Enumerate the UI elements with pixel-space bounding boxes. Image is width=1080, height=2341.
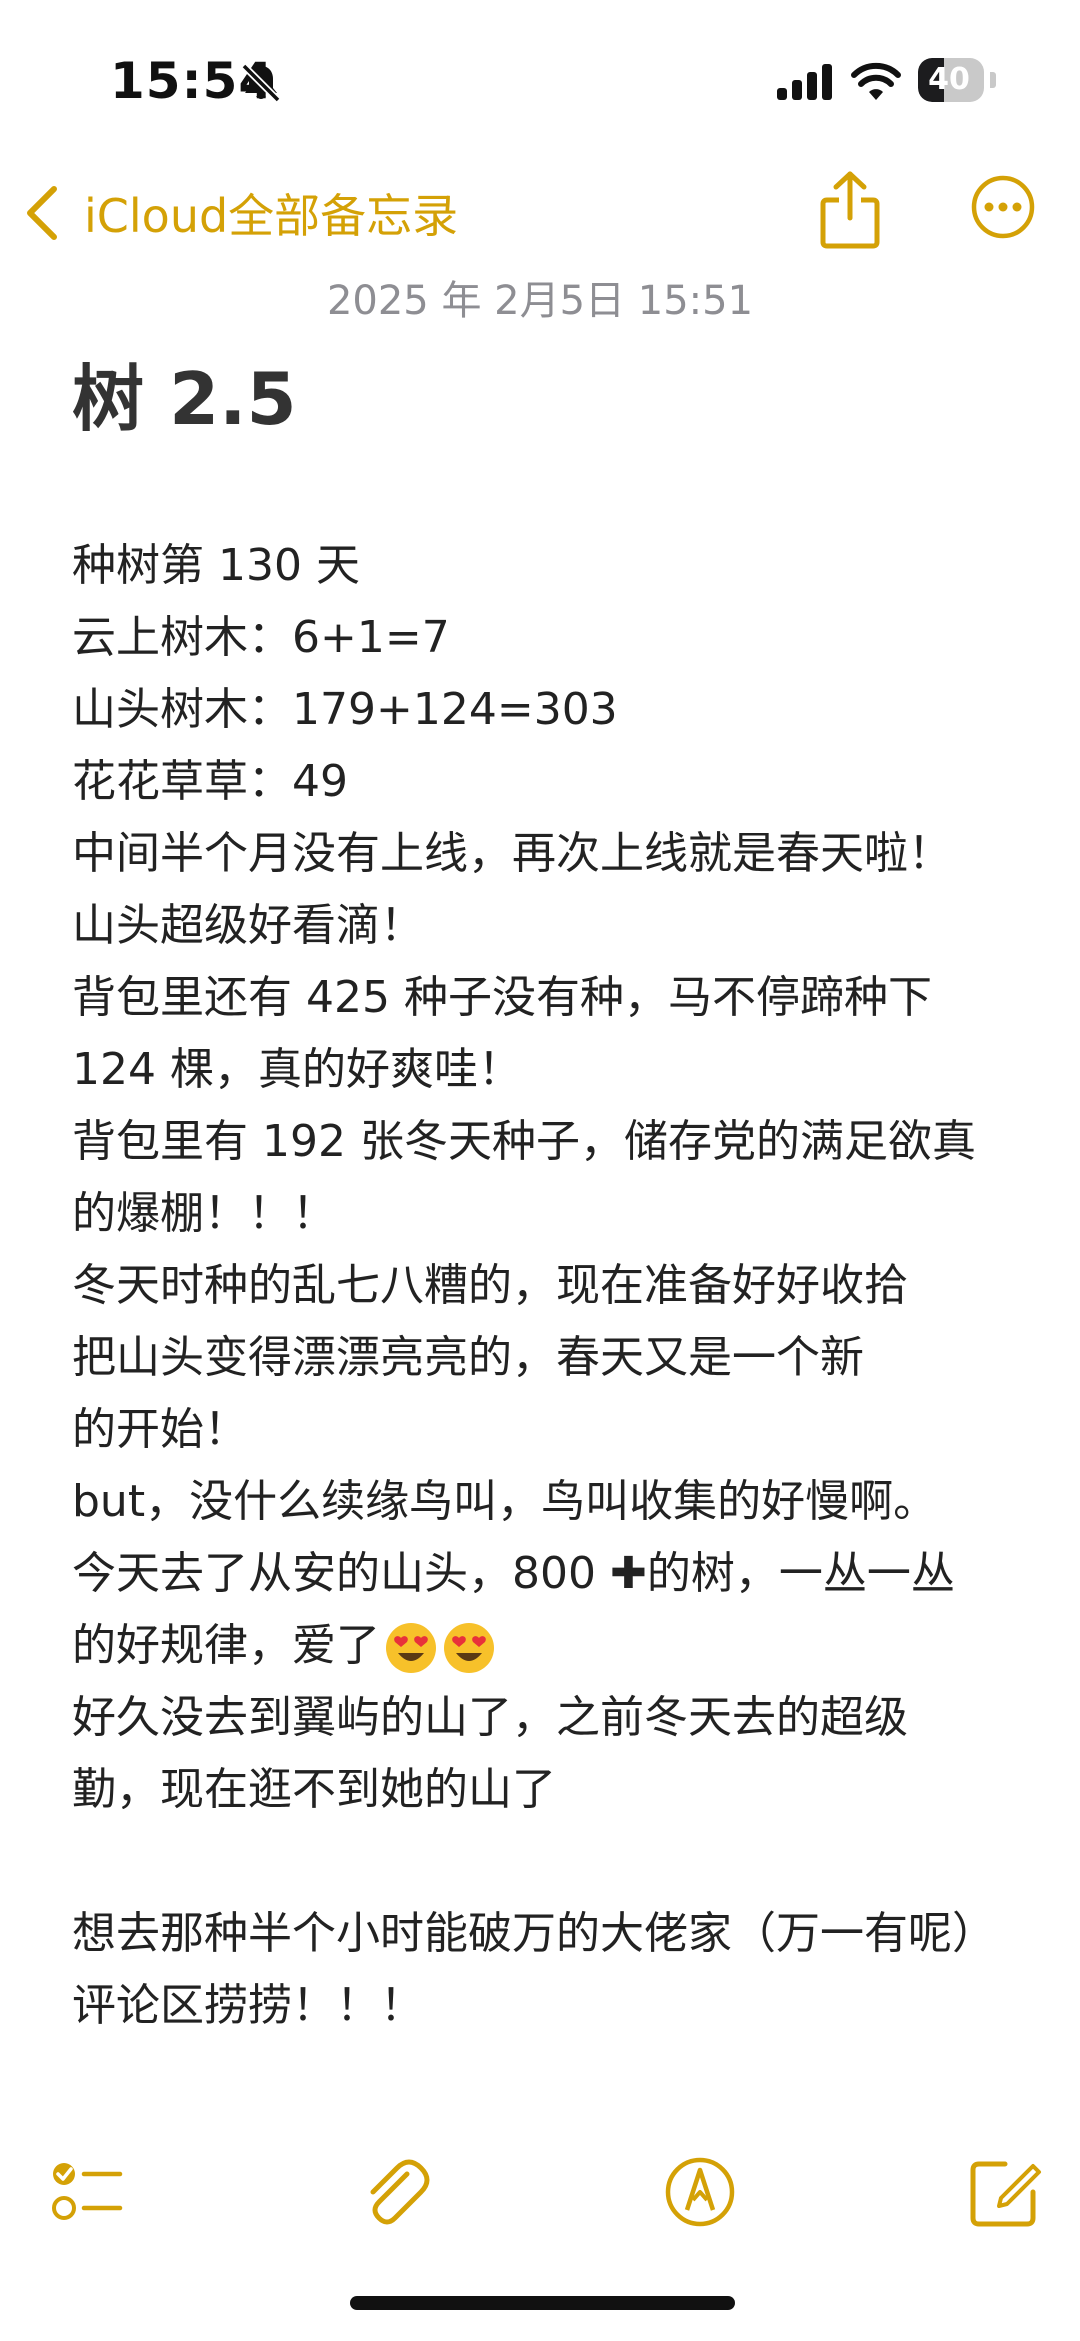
cellular-signal-icon xyxy=(777,64,832,100)
note-line: but，没什么续缘鸟叫，鸟叫收集的好慢啊。 xyxy=(72,1476,938,1527)
note-line: 勤，现在逛不到她的山了 xyxy=(72,1764,556,1815)
note-date: 2025 年 2月5日 15:51 xyxy=(326,278,754,324)
line-part: 的树，一丛一丛 xyxy=(646,1548,955,1599)
battery-level: 40 xyxy=(928,62,970,97)
back-label: iCloud全部备忘录 xyxy=(84,189,459,243)
note-line: 评论区捞捞！！！ xyxy=(72,1980,424,2031)
bell-slash-icon xyxy=(241,63,281,103)
note-line: 花花草草：49 xyxy=(72,756,348,807)
battery-icon: 40 xyxy=(918,58,996,102)
note-line: 背包里有 192 张冬天种子，储存党的满足欲真 xyxy=(72,1116,976,1167)
paperclip-icon[interactable] xyxy=(355,2152,435,2232)
note-line: 想去那种半个小时能破万的大佬家（万一有呢） xyxy=(72,1908,996,1959)
note-line: 种树第 130 天 xyxy=(72,540,360,591)
note-title[interactable]: 树 2.5 xyxy=(72,340,297,445)
note-line: 把山头变得漂漂亮亮的，春天又是一个新 xyxy=(72,1332,864,1383)
heavy-plus-icon: ✚ xyxy=(609,1548,647,1599)
checklist-icon[interactable] xyxy=(48,2152,128,2232)
compose-icon[interactable] xyxy=(965,2152,1045,2232)
heart-eyes-emoji-icon xyxy=(444,1623,494,1673)
note-line: 山头树木：179+124=303 xyxy=(72,684,618,735)
markup-pen-icon[interactable] xyxy=(660,2152,740,2232)
wifi-icon xyxy=(851,62,901,100)
note-line: 今天去了从安的山头，800 ✚的树，一丛一丛 xyxy=(72,1538,1032,1610)
note-line: 的好规律，爱了 xyxy=(72,1610,1032,1682)
home-indicator[interactable] xyxy=(350,2296,735,2310)
line-part: 今天去了从安的山头，800 xyxy=(72,1548,610,1599)
note-line: 好久没去到翼屿的山了，之前冬天去的超级 xyxy=(72,1692,908,1743)
note-line: 中间半个月没有上线，再次上线就是春天啦！ xyxy=(72,828,952,879)
bottom-toolbar xyxy=(0,2140,1080,2240)
heart-eyes-emoji-icon xyxy=(386,1623,436,1673)
back-button[interactable]: iCloud全部备忘录 xyxy=(22,178,458,248)
note-line: 山头超级好看滴！ xyxy=(72,900,424,951)
note-body[interactable]: 种树第 130 天 云上树木：6+1=7 山头树木：179+124=303 花花… xyxy=(72,530,1032,2042)
note-line: 124 棵，真的好爽哇！ xyxy=(72,1044,522,1095)
nav-bar: iCloud全部备忘录 xyxy=(0,160,1080,270)
note-line: 背包里还有 425 种子没有种，马不停蹄种下 xyxy=(72,972,932,1023)
note-line: 云上树木：6+1=7 xyxy=(72,612,450,663)
more-icon[interactable] xyxy=(970,174,1036,240)
chevron-left-icon xyxy=(27,186,57,240)
note-line: 的爆棚！！！ xyxy=(72,1188,336,1239)
share-icon[interactable] xyxy=(815,170,885,250)
note-line: 冬天时种的乱七八糟的，现在准备好好收拾 xyxy=(72,1260,908,1311)
note-line: 的开始！ xyxy=(72,1404,248,1455)
line-part: 的好规律，爱了 xyxy=(72,1620,380,1671)
status-bar: 15:54 40 xyxy=(0,0,1080,150)
